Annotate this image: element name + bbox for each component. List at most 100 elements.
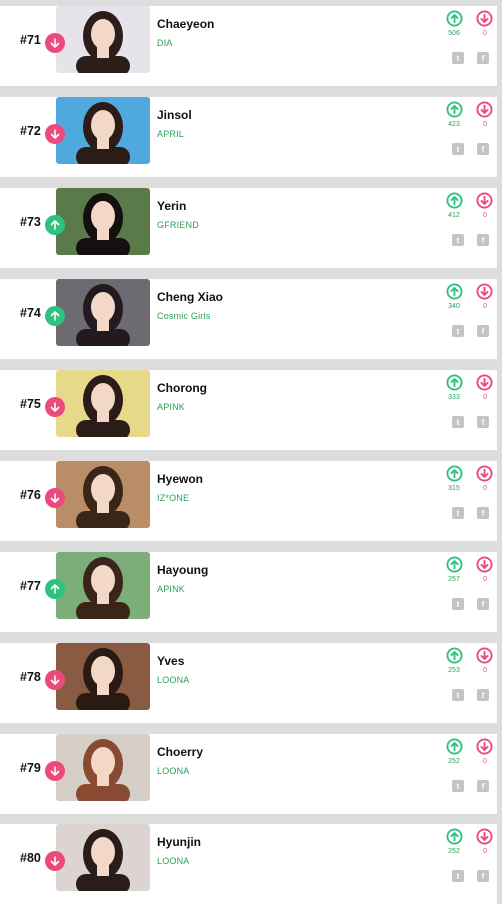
idol-photo[interactable]	[56, 643, 150, 710]
vote-down-circle-icon[interactable]	[476, 10, 493, 27]
idol-name[interactable]: Jinsol	[157, 108, 192, 122]
twitter-icon[interactable]: t	[452, 780, 464, 792]
idol-name[interactable]: Yerin	[157, 199, 186, 213]
ranking-row: #75 Chorong APINK 333 0 t f	[0, 370, 497, 450]
arrow-up-icon	[45, 306, 65, 326]
facebook-icon[interactable]: f	[477, 143, 489, 155]
idol-photo[interactable]	[56, 97, 150, 164]
idol-photo[interactable]	[56, 279, 150, 346]
arrow-down-icon	[45, 33, 65, 53]
vote-up-count: 412	[448, 212, 460, 219]
twitter-icon[interactable]: t	[452, 507, 464, 519]
vote-up-circle-icon[interactable]	[446, 192, 463, 209]
facebook-icon[interactable]: f	[477, 870, 489, 882]
idol-photo[interactable]	[56, 824, 150, 891]
idol-photo[interactable]	[56, 461, 150, 528]
vote-up-count: 252	[448, 758, 460, 765]
idol-name[interactable]: Hayoung	[157, 563, 208, 577]
ranking-row: #79 Choerry LOONA 252 0 t f	[0, 734, 497, 814]
group-name[interactable]: APRIL	[157, 129, 184, 139]
vote-down-circle-icon[interactable]	[476, 283, 493, 300]
group-name[interactable]: LOONA	[157, 675, 190, 685]
facebook-icon[interactable]: f	[477, 234, 489, 246]
group-name[interactable]: Cosmic Girls	[157, 311, 210, 321]
vote-up-circle-icon[interactable]	[446, 556, 463, 573]
rank-number: #71	[20, 33, 41, 47]
facebook-icon[interactable]: f	[477, 52, 489, 64]
vote-up-circle-icon[interactable]	[446, 647, 463, 664]
vote-down-circle-icon[interactable]	[476, 101, 493, 118]
twitter-icon[interactable]: t	[452, 143, 464, 155]
facebook-icon[interactable]: f	[477, 689, 489, 701]
vote-up-count: 423	[448, 121, 460, 128]
vote-up-count: 252	[448, 848, 460, 855]
group-name[interactable]: LOONA	[157, 856, 190, 866]
idol-name[interactable]: Yves	[157, 654, 184, 668]
vote-up-circle-icon[interactable]	[446, 101, 463, 118]
vote-up-circle-icon[interactable]	[446, 374, 463, 391]
vote-up-count: 315	[448, 485, 460, 492]
rank-number: #73	[20, 215, 41, 229]
vote-down-circle-icon[interactable]	[476, 556, 493, 573]
vote-down-circle-icon[interactable]	[476, 465, 493, 482]
vote-down-circle-icon[interactable]	[476, 374, 493, 391]
vote-up-count: 340	[448, 303, 460, 310]
idol-photo[interactable]	[56, 188, 150, 255]
rank-number: #76	[20, 488, 41, 502]
arrow-up-icon	[45, 579, 65, 599]
arrow-down-icon	[45, 670, 65, 690]
ranking-row: #74 Cheng Xiao Cosmic Girls 340 0 t f	[0, 279, 497, 359]
vote-up-circle-icon[interactable]	[446, 465, 463, 482]
twitter-icon[interactable]: t	[452, 325, 464, 337]
facebook-icon[interactable]: f	[477, 325, 489, 337]
idol-photo[interactable]	[56, 370, 150, 437]
vote-down-circle-icon[interactable]	[476, 738, 493, 755]
arrow-down-icon	[45, 397, 65, 417]
vote-down-circle-icon[interactable]	[476, 192, 493, 209]
twitter-icon[interactable]: t	[452, 234, 464, 246]
twitter-icon[interactable]: t	[452, 689, 464, 701]
twitter-icon[interactable]: t	[452, 416, 464, 428]
vote-up-count: 506	[448, 30, 460, 37]
arrow-down-icon	[45, 124, 65, 144]
idol-photo[interactable]	[56, 6, 150, 73]
vote-up-count: 253	[448, 667, 460, 674]
rank-number: #80	[20, 851, 41, 865]
vote-down-circle-icon[interactable]	[476, 647, 493, 664]
vote-down-count: 0	[483, 303, 487, 310]
vote-down-circle-icon[interactable]	[476, 828, 493, 845]
facebook-icon[interactable]: f	[477, 780, 489, 792]
vote-down-count: 0	[483, 667, 487, 674]
twitter-icon[interactable]: t	[452, 598, 464, 610]
vote-up-circle-icon[interactable]	[446, 10, 463, 27]
ranking-list: #71 Chaeyeon DIA 506 0 t f #72 Jinsol AP…	[0, 0, 502, 904]
idol-name[interactable]: Cheng Xiao	[157, 290, 223, 304]
facebook-icon[interactable]: f	[477, 598, 489, 610]
idol-name[interactable]: Chaeyeon	[157, 17, 214, 31]
ranking-row: #80 Hyunjin LOONA 252 0 t f	[0, 824, 497, 904]
idol-name[interactable]: Chorong	[157, 381, 207, 395]
idol-name[interactable]: Choerry	[157, 745, 203, 759]
ranking-row: #71 Chaeyeon DIA 506 0 t f	[0, 6, 497, 86]
group-name[interactable]: IZ*ONE	[157, 493, 189, 503]
twitter-icon[interactable]: t	[452, 870, 464, 882]
group-name[interactable]: GFRIEND	[157, 220, 199, 230]
idol-photo[interactable]	[56, 734, 150, 801]
idol-photo[interactable]	[56, 552, 150, 619]
arrow-down-icon	[45, 488, 65, 508]
group-name[interactable]: APINK	[157, 402, 185, 412]
facebook-icon[interactable]: f	[477, 507, 489, 519]
vote-up-circle-icon[interactable]	[446, 738, 463, 755]
group-name[interactable]: APINK	[157, 584, 185, 594]
vote-up-circle-icon[interactable]	[446, 283, 463, 300]
vote-down-count: 0	[483, 30, 487, 37]
twitter-icon[interactable]: t	[452, 52, 464, 64]
group-name[interactable]: LOONA	[157, 766, 190, 776]
idol-name[interactable]: Hyewon	[157, 472, 203, 486]
group-name[interactable]: DIA	[157, 38, 173, 48]
ranking-row: #77 Hayoung APINK 257 0 t f	[0, 552, 497, 632]
vote-down-count: 0	[483, 121, 487, 128]
vote-up-circle-icon[interactable]	[446, 828, 463, 845]
facebook-icon[interactable]: f	[477, 416, 489, 428]
idol-name[interactable]: Hyunjin	[157, 835, 201, 849]
